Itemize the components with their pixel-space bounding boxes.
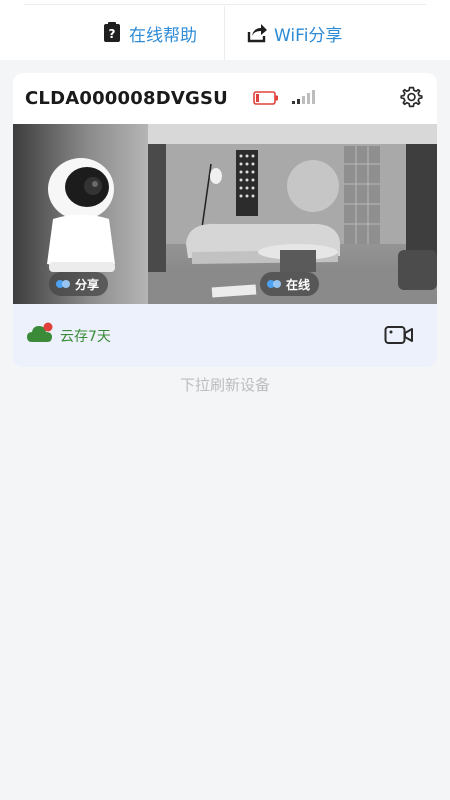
cloud-storage-bar[interactable]: 云存7天 — [13, 304, 437, 367]
share-dots-icon — [56, 280, 70, 288]
device-preview[interactable]: 分享 在线 — [13, 124, 437, 304]
live-room-image: 在线 — [148, 124, 437, 304]
share-badge-label: 分享 — [75, 277, 100, 292]
top-toolbar: ? 在线帮助 WiFi分享 — [0, 0, 450, 60]
wifi-share-button[interactable]: WiFi分享 — [246, 17, 342, 49]
svg-text:?: ? — [109, 27, 116, 41]
gear-icon[interactable] — [399, 85, 424, 114]
battery-low-icon — [253, 90, 279, 109]
wifi-share-label: WiFi分享 — [274, 25, 343, 46]
share-badge[interactable]: 分享 — [49, 272, 109, 296]
toolbar-separator — [224, 6, 225, 60]
online-help-button[interactable]: ? 在线帮助 — [101, 17, 197, 49]
device-card[interactable]: CLDA000008DVGSU 分享 在线 云存7天 — [13, 73, 437, 367]
online-status-badge: 在线 — [260, 272, 320, 296]
signal-bars-icon — [291, 89, 317, 109]
cloud-storage-label: 云存7天 — [60, 329, 111, 345]
online-help-label: 在线帮助 — [129, 25, 197, 46]
top-divider-line — [24, 4, 426, 5]
status-dots-icon — [267, 280, 281, 288]
cloud-icon — [27, 322, 55, 348]
pull-to-refresh-hint: 下拉刷新设备 — [179, 376, 270, 394]
device-name: CLDA000008DVGSU — [25, 88, 228, 109]
question-document-icon: ? — [101, 22, 123, 44]
share-arrow-icon — [246, 22, 268, 44]
online-status-label: 在线 — [286, 277, 311, 292]
device-card-header: CLDA000008DVGSU — [13, 73, 437, 124]
camera-product-image: 分享 — [13, 124, 148, 304]
video-camera-icon[interactable] — [384, 324, 414, 350]
